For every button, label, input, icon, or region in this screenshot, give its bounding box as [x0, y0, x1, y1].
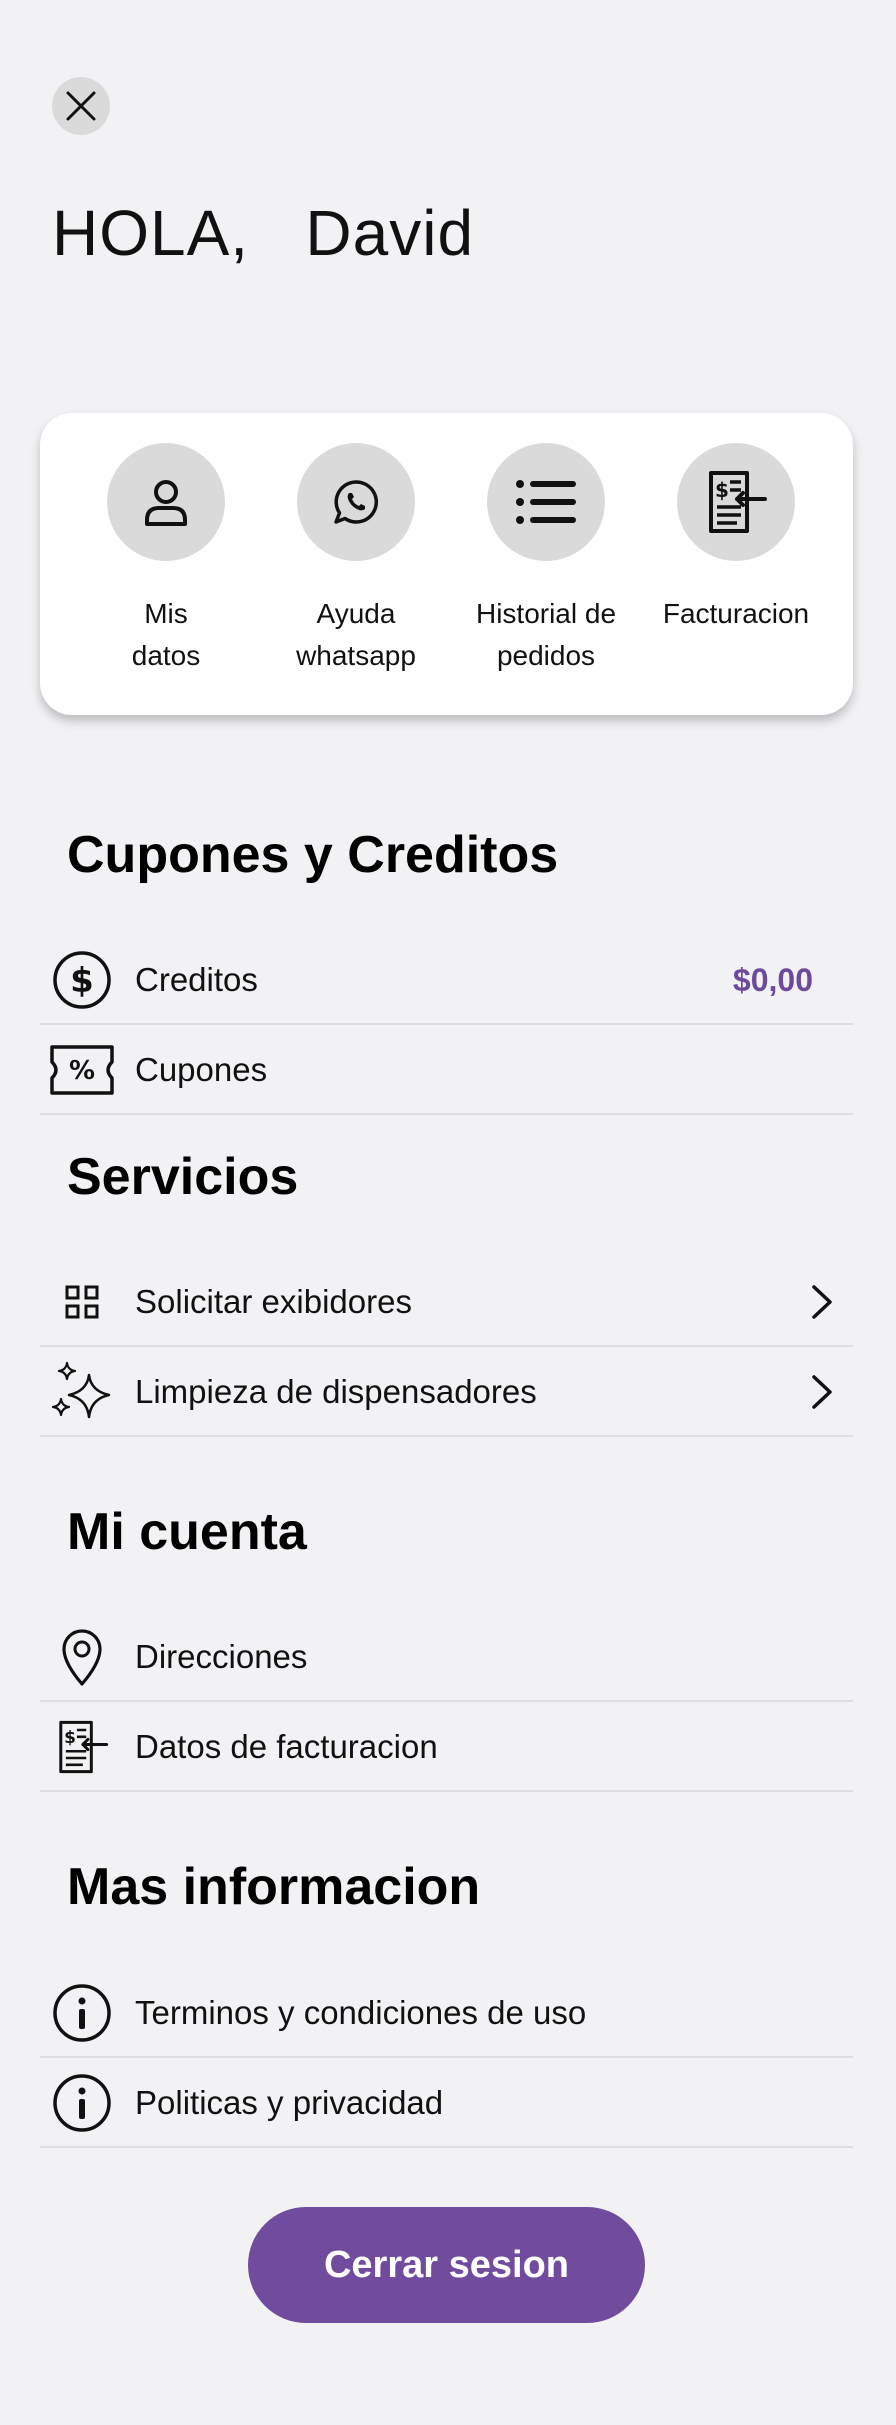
dollar-circle-icon: $ — [53, 951, 111, 1009]
row-icon-wrap — [28, 1983, 128, 2043]
row-label: Creditos — [135, 961, 258, 998]
quick-actions-card: Mis datos Ayuda whatsapp Historial de pe… — [40, 413, 853, 715]
section-title-servicios: Servicios — [67, 1148, 299, 1206]
greeting-prefix: HOLA, — [52, 197, 250, 269]
row-icon-wrap — [28, 1285, 128, 1319]
greeting: HOLA, David — [52, 196, 474, 270]
info-icon — [53, 1984, 111, 2042]
quick-action-label: Ayuda whatsapp — [296, 598, 416, 671]
quick-action-label: Facturacion — [662, 598, 810, 629]
close-icon — [66, 91, 96, 121]
quick-action-circle — [297, 443, 415, 561]
row-datos-facturacion[interactable]: $ Datos de facturacion — [40, 1704, 853, 1792]
grid-icon — [65, 1285, 99, 1319]
row-icon-wrap: $ — [28, 950, 128, 1010]
coupon-icon: % — [50, 1045, 114, 1095]
row-terminos[interactable]: Terminos y condiciones de uso — [40, 1970, 853, 2058]
credit-value: $0,00 — [732, 961, 813, 998]
chevron-right-icon — [812, 1375, 832, 1409]
row-label: Cupones — [135, 1051, 268, 1088]
user-icon — [145, 480, 187, 526]
logout-button[interactable]: Cerrar sesion — [248, 2207, 645, 2323]
svg-text:$: $ — [70, 961, 94, 1001]
row-icon-wrap — [28, 2073, 128, 2133]
quick-action-facturacion[interactable]: $ Facturacion — [646, 443, 826, 635]
svg-text:%: % — [69, 1056, 95, 1086]
sparkles-icon — [51, 1361, 111, 1419]
row-politicas[interactable]: Politicas y privacidad — [40, 2060, 853, 2148]
user-name: David — [305, 197, 475, 269]
row-creditos[interactable]: $ Creditos $0,00 — [40, 937, 853, 1025]
row-limpieza-dispensadores[interactable]: Limpieza de dispensadores — [40, 1349, 853, 1437]
quick-action-label: Mis datos — [131, 598, 201, 671]
row-icon-wrap: % — [28, 1044, 128, 1096]
quick-action-ayuda-whatsapp[interactable]: Ayuda whatsapp — [266, 443, 446, 677]
row-label: Politicas y privacidad — [135, 2084, 444, 2121]
invoice-icon: $ — [59, 1720, 109, 1774]
chevron-wrap — [809, 1374, 835, 1410]
row-label: Limpieza de dispensadores — [135, 1373, 537, 1410]
svg-text:$: $ — [64, 1727, 76, 1747]
quick-action-label: Historial de pedidos — [475, 598, 617, 671]
row-direcciones[interactable]: Direcciones — [40, 1614, 853, 1702]
chevron-right-icon — [812, 1285, 832, 1319]
row-label: Solicitar exibidores — [135, 1283, 412, 1320]
chevron-wrap — [809, 1284, 835, 1320]
quick-action-circle — [107, 443, 225, 561]
section-title-cuenta: Mi cuenta — [67, 1503, 307, 1561]
row-icon-wrap: $ — [28, 1719, 128, 1775]
row-label: Direcciones — [135, 1638, 308, 1675]
quick-action-mis-datos[interactable]: Mis datos — [76, 443, 256, 677]
close-button[interactable] — [52, 77, 110, 135]
svg-text:$: $ — [715, 478, 729, 502]
section-title-info: Mas informacion — [67, 1858, 481, 1916]
quick-action-circle: $ — [677, 443, 795, 561]
row-solicitar-exibidores[interactable]: Solicitar exibidores — [40, 1259, 853, 1347]
info-icon — [53, 2074, 111, 2132]
invoice-icon: $ — [709, 471, 767, 533]
row-label: Terminos y condiciones de uso — [135, 1994, 587, 2031]
row-label: Datos de facturacion — [135, 1728, 438, 1765]
section-title-cupones: Cupones y Creditos — [67, 826, 559, 884]
row-icon-wrap — [28, 1361, 128, 1423]
quick-action-historial[interactable]: Historial de pedidos — [456, 443, 636, 677]
row-icon-wrap — [28, 1627, 128, 1687]
whatsapp-icon — [334, 480, 379, 524]
row-cupones[interactable]: % Cupones — [40, 1027, 853, 1115]
quick-action-circle — [487, 443, 605, 561]
location-pin-icon — [62, 1629, 102, 1686]
list-icon — [516, 480, 576, 524]
